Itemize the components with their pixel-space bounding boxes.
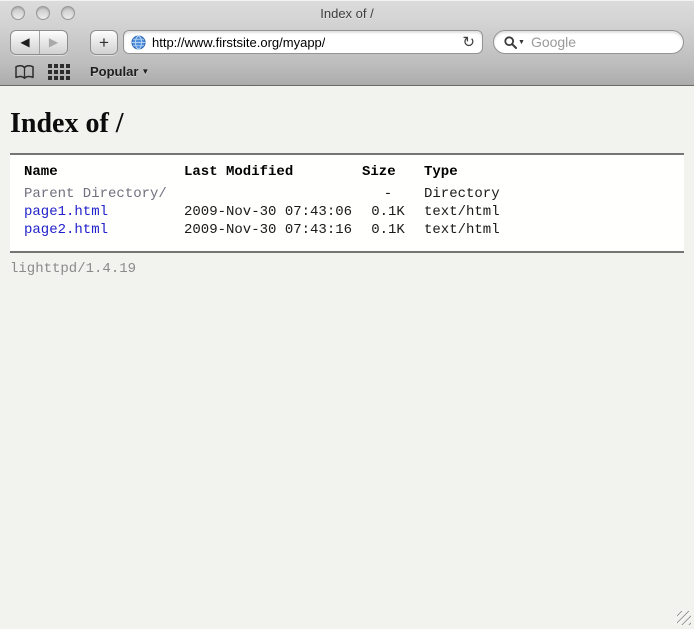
table-row: page2.html 2009-Nov-30 07:43:16 0.1K tex… xyxy=(24,221,500,239)
column-header-size: Size xyxy=(362,163,414,185)
server-version-text: lighttpd/1.4.19 xyxy=(10,261,694,277)
search-placeholder: Google xyxy=(531,34,576,50)
directory-table: Name Last Modified Size Type Parent Dire… xyxy=(24,163,500,239)
search-icon[interactable]: ▼ xyxy=(504,36,525,49)
search-dropdown-icon: ▼ xyxy=(518,39,525,46)
url-text: http://www.firstsite.org/myapp/ xyxy=(152,35,325,50)
cell-modified xyxy=(184,185,362,203)
address-bar[interactable]: http://www.firstsite.org/myapp/ ↻ xyxy=(123,30,483,54)
browser-window: Index of / ◀ ▶ + xyxy=(0,0,694,630)
globe-favicon-icon xyxy=(131,35,146,50)
chevron-down-icon: ▼ xyxy=(141,67,149,76)
directory-listing: Name Last Modified Size Type Parent Dire… xyxy=(10,153,684,253)
cell-type: text/html xyxy=(414,221,500,239)
bookmark-item-popular[interactable]: Popular ▼ xyxy=(90,64,149,79)
add-bookmark-button[interactable]: + xyxy=(90,30,118,55)
back-button[interactable]: ◀ xyxy=(11,31,39,54)
column-header-name: Name xyxy=(24,163,184,185)
cell-type: text/html xyxy=(414,203,500,221)
cell-size: 0.1K xyxy=(362,203,414,221)
refresh-icon[interactable]: ↻ xyxy=(462,35,475,50)
cell-modified: 2009-Nov-30 07:43:16 xyxy=(184,221,362,239)
forward-button[interactable]: ▶ xyxy=(39,31,67,54)
table-row: page1.html 2009-Nov-30 07:43:06 0.1K tex… xyxy=(24,203,500,221)
forward-icon: ▶ xyxy=(49,35,58,49)
cell-size: - xyxy=(362,185,414,203)
table-row: Parent Directory/ - Directory xyxy=(24,185,500,203)
page-title: Index of / xyxy=(0,86,694,140)
plus-icon: + xyxy=(99,34,109,51)
open-book-icon xyxy=(14,64,35,80)
table-header-row: Name Last Modified Size Type xyxy=(24,163,500,185)
back-icon: ◀ xyxy=(20,35,29,49)
page1-link[interactable]: page1.html xyxy=(24,204,108,220)
back-forward-control: ◀ ▶ xyxy=(10,30,68,55)
search-field[interactable]: ▼ Google xyxy=(493,30,684,54)
page2-link[interactable]: page2.html xyxy=(24,222,108,238)
bookmark-popular-label: Popular xyxy=(90,64,138,79)
bookmarks-bar: Popular ▼ xyxy=(0,57,694,86)
window-title: Index of / xyxy=(0,0,694,27)
toolbar: ◀ ▶ + http://www.firstsite.org/myapp/ xyxy=(0,27,694,57)
page-content: Index of / Name Last Modified Size Type … xyxy=(0,86,694,629)
cell-size: 0.1K xyxy=(362,221,414,239)
bookmarks-book-button[interactable] xyxy=(14,64,35,80)
bookmark-grid-button[interactable] xyxy=(48,64,70,80)
resize-grip[interactable] xyxy=(677,611,691,625)
titlebar[interactable]: Index of / xyxy=(0,0,694,27)
cell-modified: 2009-Nov-30 07:43:06 xyxy=(184,203,362,221)
column-header-type: Type xyxy=(414,163,500,185)
column-header-modified: Last Modified xyxy=(184,163,362,185)
cell-type: Directory xyxy=(414,185,500,203)
browser-chrome: Index of / ◀ ▶ + xyxy=(0,0,694,86)
parent-directory-link[interactable]: Parent Directory/ xyxy=(24,186,167,202)
